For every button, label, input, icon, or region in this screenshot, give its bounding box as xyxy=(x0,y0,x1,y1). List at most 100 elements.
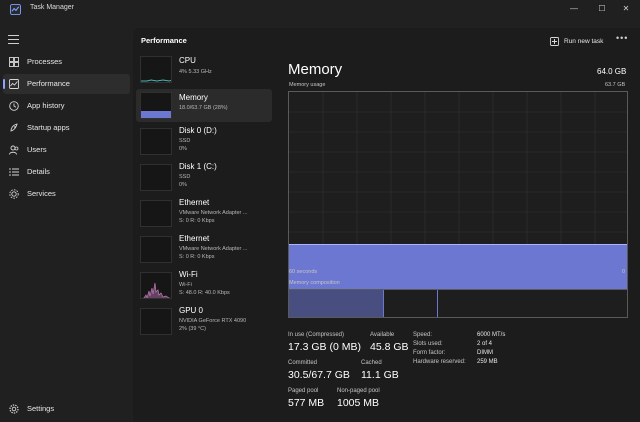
device-ethernet-2[interactable]: Ethernet VMware Network Adapter ... S: 0… xyxy=(136,233,272,266)
device-disk-0[interactable]: Disk 0 (D:) SSD 0% xyxy=(136,125,272,158)
cached-label: Cached xyxy=(361,360,382,366)
device-name: Disk 0 (D:) xyxy=(179,126,217,135)
graph-time-end-label: 0 xyxy=(622,269,626,275)
sidebar-item-label: App history xyxy=(27,101,65,110)
device-name: Memory xyxy=(179,93,208,102)
hardware-reserved-label: Hardware reserved: xyxy=(413,359,466,365)
device-name: GPU 0 xyxy=(179,306,204,315)
sidebar-item-users[interactable]: Users xyxy=(3,140,130,160)
speed-label: Speed: xyxy=(413,332,433,338)
device-name: Ethernet xyxy=(179,234,210,243)
services-icon xyxy=(9,189,19,199)
sidebar-item-details[interactable]: Details xyxy=(3,162,130,182)
in-use-value: 17.3 GB (0 MB) xyxy=(288,341,361,353)
device-detail: S: 0 R: 0 Kbps xyxy=(179,254,215,260)
device-detail: VMware Network Adapter ... xyxy=(179,246,248,252)
settings-icon xyxy=(9,404,19,414)
performance-panel: Performance Run new task ••• CPU 4% 5.33… xyxy=(133,28,640,422)
disk-1-thumbnail-graph xyxy=(140,164,172,191)
non-paged-pool-value: 1005 MB xyxy=(337,397,380,409)
device-detail: Wi-Fi xyxy=(179,282,192,288)
cpu-thumbnail-graph xyxy=(140,56,172,83)
disk-0-thumbnail-graph xyxy=(140,128,172,155)
composition-modified xyxy=(384,290,438,317)
page-title: Performance xyxy=(141,36,187,45)
device-ethernet-1[interactable]: Ethernet VMware Network Adapter ... S: 0… xyxy=(136,197,272,230)
form-factor-value: DIMM xyxy=(477,350,493,356)
device-detail: S: 0 R: 0 Kbps xyxy=(179,218,215,224)
sidebar-item-label: Details xyxy=(27,167,50,176)
close-button[interactable]: ✕ xyxy=(612,0,640,16)
form-factor-label: Form factor: xyxy=(413,350,446,356)
device-detail: SSD xyxy=(179,174,191,180)
sidebar-item-label: Startup apps xyxy=(27,123,70,132)
sidebar-item-startup-apps[interactable]: Startup apps xyxy=(3,118,130,138)
device-detail: 0% xyxy=(179,182,187,188)
memory-composition-label: Memory composition xyxy=(289,280,340,286)
minimize-icon: — xyxy=(570,3,578,13)
more-options-button[interactable]: ••• xyxy=(616,33,628,43)
non-paged-pool-label: Non-paged pool xyxy=(337,388,380,394)
device-detail: 2% (39 °C) xyxy=(179,326,206,332)
sidebar-item-services[interactable]: Services xyxy=(3,184,130,204)
sidebar-item-label: Processes xyxy=(27,57,63,66)
slots-used-value: 2 of 4 xyxy=(477,341,493,347)
task-manager-logo-icon xyxy=(10,4,21,15)
device-memory[interactable]: Memory 18.0/63.7 GB (28%) xyxy=(136,89,272,122)
ethernet-thumbnail-graph xyxy=(140,236,172,263)
wifi-thumbnail-graph xyxy=(140,272,172,299)
sidebar-item-label: Users xyxy=(27,145,47,154)
sidebar-item-label: Services xyxy=(27,189,56,198)
device-gpu-0[interactable]: GPU 0 NVIDIA GeForce RTX 4090 2% (39 °C) xyxy=(136,305,272,338)
cached-value: 11.1 GB xyxy=(361,369,399,381)
minimize-button[interactable]: — xyxy=(560,0,588,16)
paged-pool-value: 577 MB xyxy=(288,397,325,409)
device-wifi[interactable]: Wi-Fi Wi-Fi S: 48.0 R: 40.0 Kbps xyxy=(136,269,272,302)
memory-title: Memory xyxy=(288,61,343,78)
sidebar-item-performance[interactable]: Performance xyxy=(3,74,130,94)
device-detail: S: 48.0 R: 40.0 Kbps xyxy=(179,290,230,296)
device-detail: VMware Network Adapter ... xyxy=(179,210,248,216)
device-detail: 4% 5.33 GHz xyxy=(179,69,212,75)
close-icon: ✕ xyxy=(622,3,630,13)
title-bar[interactable]: Task Manager — ☐ ✕ xyxy=(0,0,640,18)
device-disk-1[interactable]: Disk 1 (C:) SSD 0% xyxy=(136,161,272,194)
sidebar-item-app-history[interactable]: App history xyxy=(3,96,130,116)
speed-value: 6000 MT/s xyxy=(477,332,506,338)
run-task-icon xyxy=(550,36,559,46)
ethernet-thumbnail-graph xyxy=(140,200,172,227)
device-name: Wi-Fi xyxy=(179,270,198,279)
sidebar-item-settings[interactable]: Settings xyxy=(3,399,130,419)
memory-usage-label: Memory usage xyxy=(289,82,326,88)
window-title: Task Manager xyxy=(30,4,74,11)
composition-in-use xyxy=(289,290,384,317)
hardware-reserved-value: 259 MB xyxy=(477,359,498,365)
device-detail: NVIDIA GeForce RTX 4090 xyxy=(179,318,247,324)
memory-usage-fill xyxy=(289,243,627,294)
in-use-label: In use (Compressed) xyxy=(288,332,345,338)
device-name: Disk 1 (C:) xyxy=(179,162,217,171)
sidebar-item-processes[interactable]: Processes xyxy=(3,52,130,72)
hamburger-icon[interactable] xyxy=(8,35,19,44)
memory-usage-graph xyxy=(288,91,628,295)
performance-icon xyxy=(9,79,19,89)
startup-apps-icon xyxy=(10,123,18,132)
available-label: Available xyxy=(370,332,395,338)
app-history-icon xyxy=(9,101,19,111)
run-new-task-button[interactable]: Run new task xyxy=(550,34,603,48)
graph-time-label: 60 seconds xyxy=(289,269,318,275)
device-detail: SSD xyxy=(179,138,191,144)
gpu-thumbnail-graph xyxy=(140,308,172,335)
device-cpu[interactable]: CPU 4% 5.33 GHz xyxy=(136,53,272,86)
device-detail: 18.0/63.7 GB (28%) xyxy=(179,105,228,111)
memory-total: 64.0 GB xyxy=(597,67,627,76)
processes-icon xyxy=(9,57,19,67)
slots-used-label: Slots used: xyxy=(413,341,443,347)
device-name: CPU xyxy=(179,56,196,65)
paged-pool-label: Paged pool xyxy=(288,388,319,394)
details-icon xyxy=(9,168,19,176)
run-task-label: Run new task xyxy=(564,37,604,45)
maximize-icon: ☐ xyxy=(598,3,606,13)
memory-composition-bar xyxy=(288,289,628,318)
device-name: Ethernet xyxy=(179,198,210,207)
